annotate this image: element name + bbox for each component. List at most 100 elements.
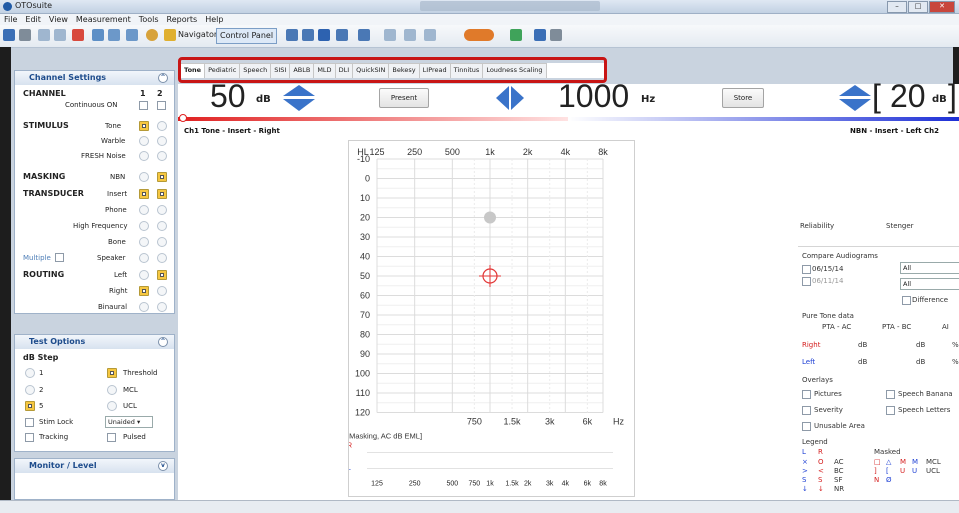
right-ch2-radio[interactable] — [157, 286, 167, 296]
tracking-checkbox[interactable] — [25, 433, 34, 442]
mcl-radio[interactable] — [107, 385, 117, 395]
tool-icon-8[interactable] — [424, 29, 436, 41]
compare-select-1[interactable]: All — [900, 262, 959, 274]
binaural-ch1-radio[interactable] — [139, 302, 149, 312]
tool-icon-6[interactable] — [384, 29, 396, 41]
threshold-radio[interactable] — [107, 368, 117, 378]
navigator-icon[interactable] — [164, 29, 176, 41]
nbn-ch1-radio[interactable] — [139, 172, 149, 182]
bone-ch2-radio[interactable] — [157, 237, 167, 247]
step-5-radio[interactable] — [25, 401, 35, 411]
tone-ch1-radio[interactable] — [139, 121, 149, 131]
severity-checkbox[interactable] — [802, 406, 811, 415]
warble-ch1-radio[interactable] — [139, 136, 149, 146]
multiple-checkbox[interactable] — [55, 253, 64, 262]
audiogram-chart[interactable]: HL 125 250 500 1k 2k 4k 8k-10010203040506070809… — [347, 141, 634, 496]
speaker-ch1-radio[interactable] — [139, 253, 149, 263]
date1-checkbox[interactable] — [802, 265, 811, 274]
menu-edit[interactable]: Edit — [21, 14, 45, 25]
tool-icon-1[interactable] — [286, 29, 298, 41]
tool-icon-5[interactable] — [358, 29, 370, 41]
ch1-bar-handle-icon[interactable] — [179, 114, 187, 122]
tool-icon-2[interactable] — [302, 29, 314, 41]
present-button[interactable]: Present — [379, 88, 429, 108]
phone-ch1-radio[interactable] — [139, 205, 149, 215]
tool-icon-4[interactable] — [336, 29, 348, 41]
ch2-updown-icon[interactable] — [838, 84, 872, 112]
speech-banana-checkbox[interactable] — [886, 390, 895, 399]
fresh-noise-ch1-radio[interactable] — [139, 151, 149, 161]
step-1-radio[interactable] — [25, 368, 35, 378]
menu-file[interactable]: File — [0, 14, 21, 25]
high-frequency-ch2-radio[interactable] — [157, 221, 167, 231]
phone-ch2-radio[interactable] — [157, 205, 167, 215]
high-frequency-ch1-radio[interactable] — [139, 221, 149, 231]
help-icon[interactable] — [146, 29, 158, 41]
left-ch2-radio[interactable] — [157, 270, 167, 280]
menu-measurement[interactable]: Measurement — [72, 14, 135, 25]
headphones-icon[interactable] — [464, 29, 494, 41]
monitor-icon[interactable] — [126, 29, 138, 41]
aided-select[interactable]: Unaided ▾ — [105, 416, 153, 428]
stenger-label[interactable]: Stenger — [886, 222, 914, 230]
frequency-value[interactable]: 1000 — [558, 80, 629, 112]
speech-letters-checkbox[interactable] — [886, 406, 895, 415]
close-button[interactable]: ✕ — [929, 1, 955, 13]
warble-ch2-radio[interactable] — [157, 136, 167, 146]
date2-checkbox[interactable] — [802, 277, 811, 286]
tool-icon-3[interactable] — [318, 29, 330, 41]
unusable-area-checkbox[interactable] — [802, 422, 811, 431]
patient-icon[interactable] — [72, 29, 84, 41]
device-icon[interactable] — [550, 29, 562, 41]
print-icon[interactable] — [19, 29, 31, 41]
user-icon[interactable] — [534, 29, 546, 41]
binaural-ch2-radio[interactable] — [157, 302, 167, 312]
ucl-radio[interactable] — [107, 401, 117, 411]
minimize-button[interactable]: – — [887, 1, 907, 13]
speaker-ch2-radio[interactable] — [157, 253, 167, 263]
ch1-level[interactable]: 50 — [210, 80, 246, 112]
masking-freq-tick: 8k — [599, 481, 607, 488]
continuous-ch2-checkbox[interactable] — [157, 101, 166, 110]
collapse-icon[interactable]: ^ — [158, 337, 168, 347]
right-ch1-radio[interactable] — [139, 286, 149, 296]
menu-view[interactable]: View — [45, 14, 72, 25]
control-panel-button[interactable]: Control Panel — [216, 28, 278, 44]
ch2-level[interactable]: 20 — [890, 80, 926, 112]
redo-icon[interactable] — [54, 29, 66, 41]
expand-icon[interactable]: v — [158, 461, 168, 471]
left-ch1-radio[interactable] — [139, 270, 149, 280]
stim-lock-checkbox[interactable] — [25, 418, 34, 427]
nbn-ch2-radio[interactable] — [157, 172, 167, 182]
tool-icon-7[interactable] — [404, 29, 416, 41]
save-icon[interactable] — [3, 29, 15, 41]
frequency-leftright-icon[interactable] — [495, 85, 525, 111]
reliability-label[interactable]: Reliability — [800, 222, 834, 230]
continuous-ch1-checkbox[interactable] — [139, 101, 148, 110]
tone-ch2-radio[interactable] — [157, 121, 167, 131]
insert-ch1-radio[interactable] — [139, 189, 149, 199]
ch1-updown-icon[interactable] — [282, 84, 316, 112]
step-2-radio[interactable] — [25, 385, 35, 395]
store-button[interactable]: Store — [722, 88, 764, 108]
collapse-icon[interactable]: ^ — [158, 73, 168, 83]
menu-tools[interactable]: Tools — [135, 14, 163, 25]
navigator-label[interactable]: Navigator — [178, 30, 217, 39]
pulsed-checkbox[interactable] — [107, 433, 116, 442]
difference-checkbox[interactable] — [902, 296, 911, 305]
menu-help[interactable]: Help — [201, 14, 227, 25]
fresh-noise-ch2-radio[interactable] — [157, 151, 167, 161]
test-options-header[interactable]: Test Options ^ — [15, 335, 174, 349]
maximize-button[interactable]: □ — [908, 1, 928, 13]
module-icon[interactable] — [108, 29, 120, 41]
channel-settings-header[interactable]: Channel Settings ^ — [15, 71, 174, 85]
monitor-header[interactable]: Monitor / Level v — [15, 459, 174, 473]
menu-reports[interactable]: Reports — [163, 14, 202, 25]
pictures-checkbox[interactable] — [802, 390, 811, 399]
undo-icon[interactable] — [38, 29, 50, 41]
measurement-icon[interactable] — [92, 29, 104, 41]
compare-select-2[interactable]: All — [900, 278, 959, 290]
insert-ch2-radio[interactable] — [157, 189, 167, 199]
bone-ch1-radio[interactable] — [139, 237, 149, 247]
export-icon[interactable] — [510, 29, 522, 41]
